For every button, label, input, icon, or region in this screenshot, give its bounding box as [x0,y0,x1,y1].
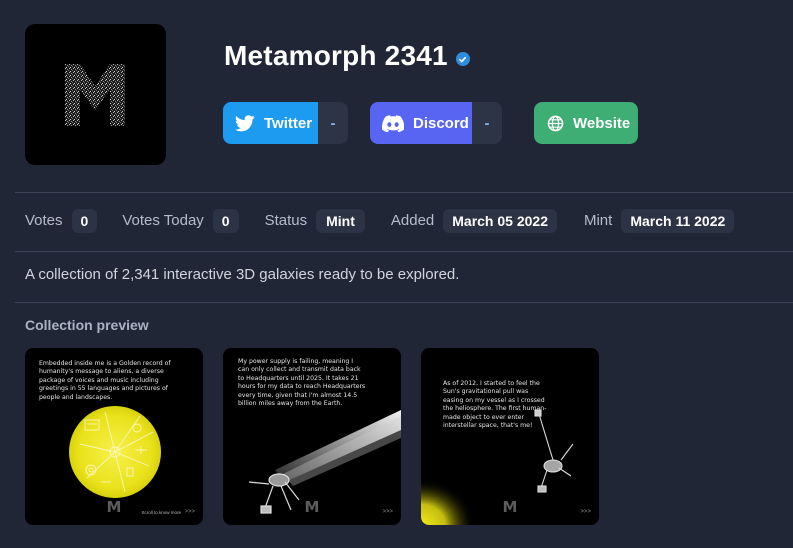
card-arrows: >>> [580,509,591,515]
added-label: Added [390,212,435,229]
discord-icon [382,114,404,132]
collection-logo [25,24,166,165]
card-logo-mark: M [304,498,320,516]
golden-record-icon [69,406,161,498]
status-label: Status [264,212,308,229]
collection-title: Metamorph 2341 [224,40,448,71]
collection-description: A collection of 2,341 interactive 3D gal… [25,266,460,283]
card-scroll-hint: Scroll to know more [141,510,181,515]
twitter-label: Twitter [264,114,313,132]
twitter-button-group: Twitter - [223,102,348,144]
discord-button-group: Discord - [370,102,502,144]
header-divider [15,192,793,193]
preview-card-interstellar[interactable]: As of 2012, I started to feel the Sun's … [421,348,599,525]
twitter-bird-icon [235,114,255,131]
card-arrows: >>> [382,509,393,515]
card-text: My power supply is failing, meaning I ca… [238,358,366,408]
card-text: Embedded inside me is a Golden record of… [39,360,171,401]
card-arrows: >>> [184,509,195,515]
preview-card-transmission[interactable]: My power supply is failing, meaning I ca… [223,348,401,525]
votes-value: 0 [71,208,98,233]
preview-card-golden-record[interactable]: Embedded inside me is a Golden record of… [25,348,203,525]
discord-label: Discord [413,114,469,132]
stats-divider [15,251,793,252]
globe-icon [547,115,564,131]
website-button-group: Website [534,102,638,144]
preview-title: Collection preview [25,317,149,333]
discord-button[interactable]: Discord [370,102,472,144]
votes-today-value: 0 [212,208,239,233]
mint-date: March 11 2022 [621,208,735,233]
votes-label: Votes [25,212,63,229]
description-divider [15,302,793,303]
website-label: Website [573,114,631,132]
website-button[interactable]: Website [534,102,638,144]
metamorph-logo-icon [65,64,125,126]
votes-today-label: Votes Today [122,212,204,229]
twitter-count[interactable]: - [318,102,348,144]
verified-badge-icon [455,52,470,66]
stats-row: Votes 0 Votes Today 0 Status Mint Added … [25,208,735,233]
title-row: Metamorph 2341 [224,40,470,72]
mint-label: Mint [583,212,613,229]
status-badge: Mint [316,208,365,233]
added-date: March 05 2022 [443,208,557,233]
twitter-button[interactable]: Twitter [223,102,318,144]
card-logo-mark: M [502,498,518,516]
card-logo-mark: M [106,498,122,516]
discord-count[interactable]: - [472,102,502,144]
